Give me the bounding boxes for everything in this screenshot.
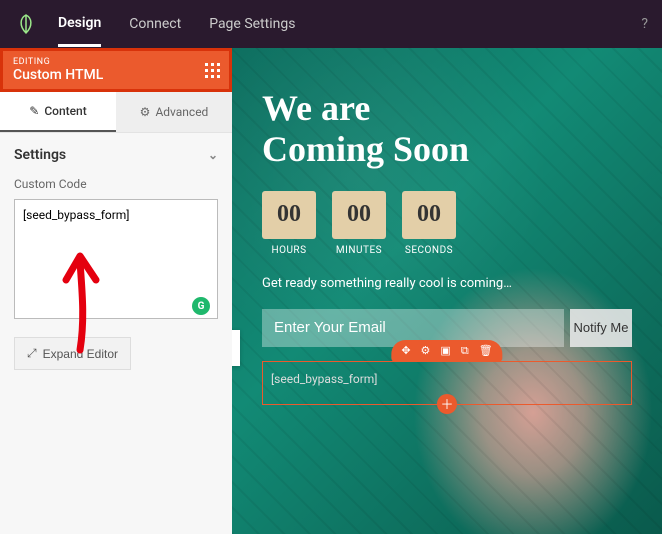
duplicate-icon[interactable]: ⧉ <box>461 344 469 358</box>
tab-connect[interactable]: Connect <box>129 16 181 32</box>
save-icon[interactable]: ▣ <box>440 344 450 358</box>
headline: We are Coming Soon <box>262 88 632 171</box>
tab-design[interactable]: Design <box>58 15 101 47</box>
settings-title: Settings <box>14 147 66 163</box>
pencil-icon: ✎ <box>29 104 39 118</box>
editing-label: EDITING <box>13 57 219 67</box>
notify-button[interactable]: Notify Me <box>570 309 632 347</box>
settings-section-toggle[interactable]: Settings ⌄ <box>14 147 218 163</box>
tagline: Get ready something really cool is comin… <box>262 276 632 291</box>
help-icon[interactable]: ? <box>641 16 648 32</box>
tab-page-settings[interactable]: Page Settings <box>209 16 295 32</box>
expand-editor-button[interactable]: ⤢ Expand Editor <box>14 337 131 370</box>
add-block-button[interactable]: ＋ <box>437 394 457 414</box>
sidebar: EDITING Custom HTML ✎ Content ⚙ Advanced… <box>0 48 232 534</box>
drag-grip-icon[interactable] <box>205 63 221 79</box>
expand-icon: ⤢ <box>27 346 37 361</box>
code-label: Custom Code <box>14 177 218 191</box>
grammarly-icon[interactable]: G <box>192 297 210 315</box>
timer-hours: 00 <box>262 191 316 239</box>
chevron-down-icon: ⌄ <box>208 148 218 162</box>
preview-canvas: ‹ We are Coming Soon 00HOURS 00MINUTES 0… <box>232 48 662 534</box>
subtab-advanced[interactable]: ⚙ Advanced <box>116 92 232 132</box>
editing-block-name: Custom HTML <box>13 67 219 83</box>
editing-header: EDITING Custom HTML <box>0 48 232 92</box>
countdown-timer: 00HOURS 00MINUTES 00SECONDS <box>262 191 632 256</box>
timer-seconds: 00 <box>402 191 456 239</box>
settings-icon[interactable]: ⚙ <box>421 344 431 358</box>
sliders-icon: ⚙ <box>140 105 151 119</box>
custom-code-textarea[interactable] <box>14 199 218 319</box>
move-icon[interactable]: ✥ <box>401 344 410 358</box>
subtab-content[interactable]: ✎ Content <box>0 92 116 132</box>
shortcode-text: [seed_bypass_form] <box>271 372 378 386</box>
delete-icon[interactable]: 🗑 <box>479 344 493 358</box>
block-toolbar[interactable]: ✥ ⚙ ▣ ⧉ 🗑 <box>391 340 502 362</box>
selected-block[interactable]: ✥ ⚙ ▣ ⧉ 🗑 [seed_bypass_form] ＋ <box>262 361 632 405</box>
timer-minutes: 00 <box>332 191 386 239</box>
leaf-logo-icon <box>14 12 38 36</box>
